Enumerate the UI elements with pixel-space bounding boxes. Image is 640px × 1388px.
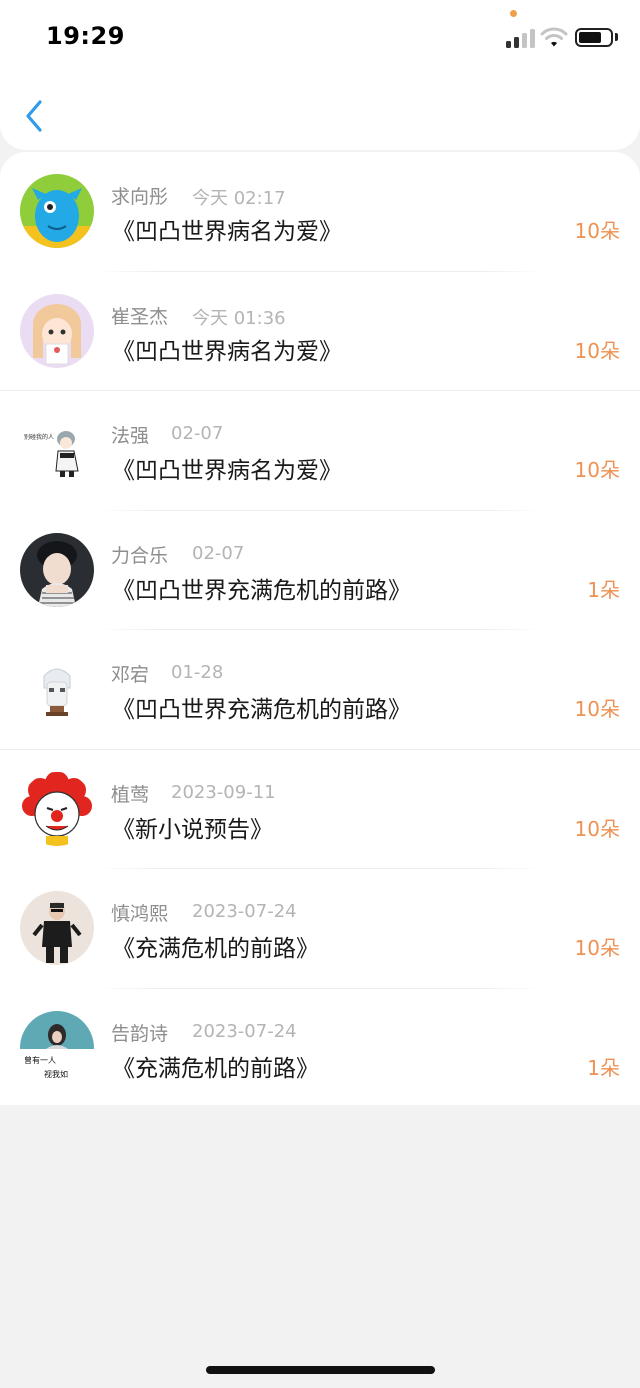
user-name: 植莺	[111, 783, 150, 806]
list-item[interactable]: 力合乐 02-07 《凹凸世界充满危机的前路》 1朵	[0, 511, 640, 630]
svg-text:视我如: 视我如	[44, 1069, 68, 1079]
list-item[interactable]: 慎鸿熙 2023-07-24 《充满危机的前路》 10朵	[0, 869, 640, 989]
wifi-icon	[540, 27, 568, 47]
gift-time: 2023-09-11	[171, 781, 276, 803]
flower-amount: 10朵	[574, 697, 620, 721]
battery-level	[579, 32, 601, 43]
flower-amount: 10朵	[574, 816, 620, 841]
book-title: 《凹凸世界病名为爱》	[112, 338, 342, 365]
avatar[interactable]	[20, 174, 94, 248]
book-title: 《凹凸世界病名为爱》	[112, 219, 342, 245]
flower-amount: 10朵	[574, 458, 620, 482]
book-title: 《凹凸世界充满危机的前路》	[112, 697, 411, 723]
flower-amount: 10朵	[574, 936, 620, 960]
gift-time: 2023-07-24	[192, 1020, 297, 1042]
user-name: 邓宕	[111, 664, 150, 686]
list-item[interactable]: 崔圣杰 今天 01:36 《凹凸世界病名为爱》 10朵	[0, 272, 640, 391]
privacy-indicator-dot	[510, 10, 517, 17]
screen: 19:29 求向彤 今天 02:17 《凹凸世界病名为爱》 10朵 崔圣杰 今天…	[0, 0, 640, 1388]
battery-icon	[575, 28, 613, 47]
avatar[interactable]: 曾有一人 视我如	[20, 1010, 94, 1085]
user-name: 崔圣杰	[111, 305, 169, 328]
gift-time: 今天 01:36	[192, 307, 286, 329]
cellular-signal-icon	[506, 28, 536, 48]
gift-time: 2023-07-24	[192, 901, 297, 922]
chevron-left-icon	[26, 100, 42, 132]
avatar[interactable]	[20, 532, 94, 607]
book-title: 《新小说预告》	[112, 816, 273, 843]
avatar[interactable]	[20, 293, 94, 368]
status-time: 19:29	[46, 22, 125, 50]
home-indicator[interactable]	[206, 1366, 435, 1374]
list-item[interactable]: 曾有一人 视我如 告韵诗 2023-07-24 《充满危机的前路》 1朵	[0, 989, 640, 1105]
book-title: 《充满危机的前路》	[112, 1055, 319, 1082]
gift-list: 求向彤 今天 02:17 《凹凸世界病名为爱》 10朵 崔圣杰 今天 01:36…	[0, 152, 640, 1105]
book-title: 《凹凸世界病名为爱》	[112, 458, 342, 484]
top-bar: 19:29	[0, 0, 640, 150]
gift-time: 02-07	[192, 542, 245, 564]
user-name: 法强	[111, 425, 150, 447]
user-name: 求向彤	[111, 186, 169, 208]
back-button[interactable]	[18, 96, 54, 136]
svg-text:别碰我的人: 别碰我的人	[24, 433, 54, 441]
gift-time: 02-07	[171, 423, 224, 444]
list-item[interactable]: 邓宕 01-28 《凹凸世界充满危机的前路》 10朵	[0, 630, 640, 750]
list-item[interactable]: 求向彤 今天 02:17 《凹凸世界病名为爱》 10朵	[0, 152, 640, 272]
gift-time: 今天 02:17	[192, 188, 286, 209]
flower-amount: 1朵	[587, 577, 620, 602]
flower-amount: 10朵	[574, 338, 620, 363]
avatar[interactable]	[20, 771, 94, 846]
svg-text:曾有一人: 曾有一人	[24, 1055, 56, 1065]
avatar[interactable]: 别碰我的人	[20, 413, 94, 487]
user-name: 告韵诗	[111, 1022, 169, 1045]
book-title: 《凹凸世界充满危机的前路》	[112, 577, 411, 604]
battery-cap	[615, 33, 618, 41]
book-title: 《充满危机的前路》	[112, 936, 319, 962]
list-item[interactable]: 植莺 2023-09-11 《新小说预告》 10朵	[0, 750, 640, 869]
user-name: 力合乐	[111, 544, 169, 567]
flower-amount: 1朵	[587, 1055, 620, 1080]
avatar[interactable]	[20, 652, 94, 726]
gift-time: 01-28	[171, 662, 224, 683]
avatar[interactable]	[20, 891, 94, 965]
list-item[interactable]: 别碰我的人 法强 02-07 《凹凸世界病名为爱》 10朵	[0, 391, 640, 511]
user-name: 慎鸿熙	[111, 903, 169, 925]
flower-amount: 10朵	[574, 219, 620, 243]
